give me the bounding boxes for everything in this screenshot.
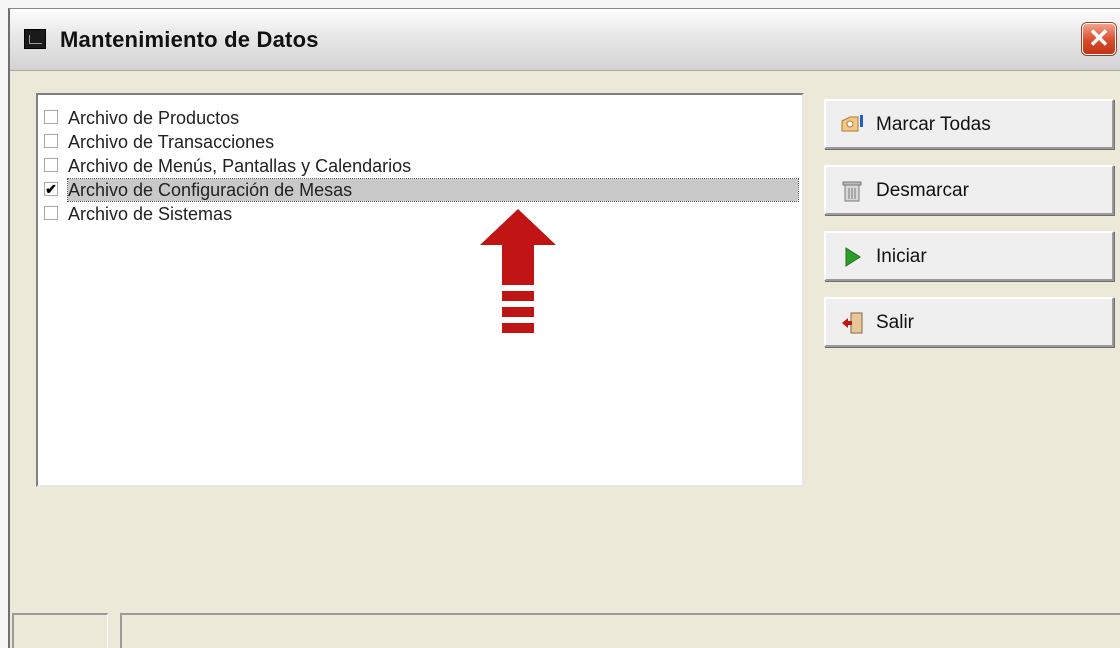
data-files-list[interactable]: Archivo de Productos Archivo de Transacc…: [36, 93, 804, 487]
unmark-button[interactable]: Desmarcar: [824, 165, 1114, 215]
title-bar[interactable]: Mantenimiento de Datos ✕: [10, 9, 1120, 71]
mark-all-button[interactable]: Marcar Todas: [824, 99, 1114, 149]
checkbox[interactable]: [44, 206, 58, 220]
unmark-label: Desmarcar: [876, 180, 969, 201]
list-item[interactable]: Archivo de Sistemas: [42, 203, 798, 225]
list-item-label: Archivo de Configuración de Mesas: [67, 178, 799, 202]
list-item[interactable]: Archivo de Menús, Pantallas y Calendario…: [42, 155, 798, 177]
mark-all-label: Marcar Todas: [876, 114, 991, 135]
status-panel-left: [12, 613, 108, 648]
checkbox[interactable]: [44, 158, 58, 172]
list-item[interactable]: Archivo de Productos: [42, 107, 798, 129]
app-icon: [24, 29, 46, 49]
list-item-label: Archivo de Productos: [68, 108, 240, 128]
start-button[interactable]: Iniciar: [824, 231, 1114, 281]
list-item[interactable]: ✔ Archivo de Configuración de Mesas: [42, 178, 799, 202]
mark-all-icon: [841, 115, 863, 132]
list-item-label: Archivo de Sistemas: [68, 204, 233, 224]
close-icon: ✕: [1088, 23, 1110, 53]
window-title: Mantenimiento de Datos: [60, 27, 319, 52]
exit-button[interactable]: Salir: [824, 297, 1114, 347]
list-item[interactable]: Archivo de Transacciones: [42, 131, 798, 153]
maintenance-window: Mantenimiento de Datos ✕ Archivo de Prod…: [8, 8, 1120, 648]
exit-label: Salir: [876, 312, 915, 333]
status-panel-main: [120, 613, 1120, 648]
trash-icon: [842, 181, 862, 202]
red-arrow-up-icon: [480, 209, 556, 333]
status-bar: [10, 607, 1120, 648]
start-label: Iniciar: [876, 246, 927, 267]
close-button[interactable]: ✕: [1082, 23, 1116, 55]
exit-door-icon: [842, 312, 863, 334]
checkbox[interactable]: [44, 110, 58, 124]
play-icon: [845, 247, 861, 267]
list-item-label: Archivo de Menús, Pantallas y Calendario…: [68, 156, 412, 176]
list-item-label: Archivo de Transacciones: [68, 132, 275, 152]
checkbox[interactable]: ✔: [44, 182, 58, 196]
checkbox[interactable]: [44, 134, 58, 148]
